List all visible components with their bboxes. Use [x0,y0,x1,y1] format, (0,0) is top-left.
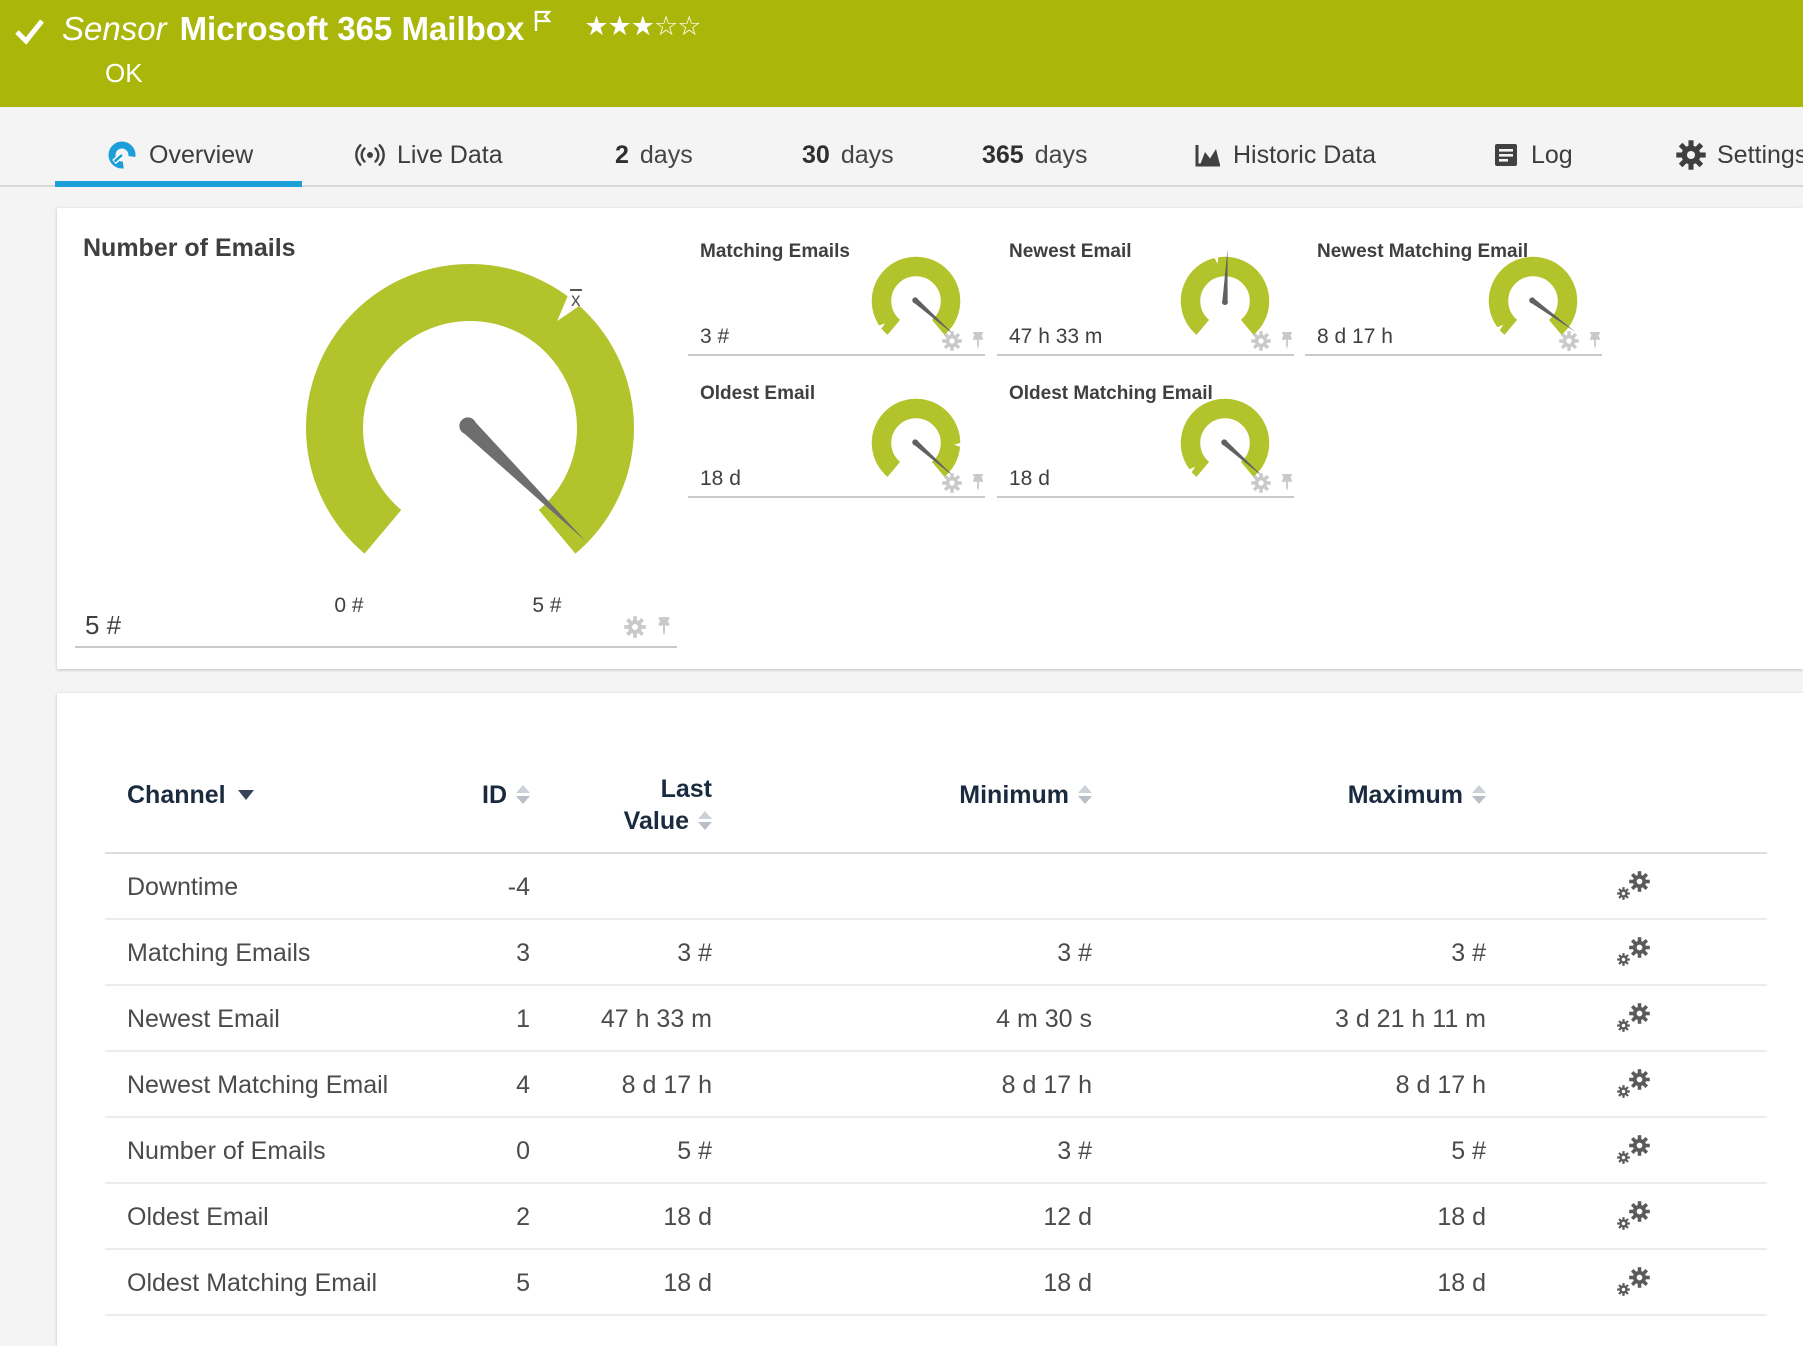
gauge-card-newest-email: Newest Email 47 h 33 m [997,241,1294,356]
status-badge: OK [105,58,143,88]
gauge-pin-icon[interactable] [655,616,673,638]
gauge-pin-icon[interactable] [970,473,986,493]
channel-settings-gears-icon[interactable] [1617,1267,1651,1299]
gauge-title: Newest Email [1009,241,1132,262]
sort-arrows-icon [516,784,530,804]
priority-flag-icon[interactable] [532,9,554,35]
gauge-pin-icon[interactable] [1587,331,1603,351]
column-header-id[interactable]: ID [482,781,530,810]
gauge-pin-icon[interactable] [970,331,986,351]
gauge-value: 3 # [700,325,730,348]
table-row: Matching Emails 3 3 # 3 # 3 # [105,920,1767,986]
status-check-icon [15,19,44,45]
priority-stars[interactable]: ★★★☆☆ [584,9,701,43]
channel-settings-gears-icon[interactable] [1617,1069,1651,1101]
gauges-panel: Number of Emails x 5 # 0 # 5 # Matching … [57,208,1803,669]
column-header-channel[interactable]: Channel [127,781,254,810]
gauge-title: Matching Emails [700,241,850,262]
settings-gear-icon [1676,140,1706,170]
gauge-card-oldest-email: Oldest Email 18 d [688,383,985,498]
sort-arrows-icon [1472,784,1486,804]
channel-settings-gears-icon[interactable] [1617,1135,1651,1167]
gauge-settings-gear-icon[interactable] [942,473,962,493]
gauge-pin-icon[interactable] [1279,473,1295,493]
gauge-card-matching-emails: Matching Emails 3 # [688,241,985,356]
table-row: Oldest Matching Email 5 18 d 18 d 18 d [105,1250,1767,1316]
live-data-icon [355,144,385,166]
primary-gauge: x [306,264,634,554]
column-header-last-value[interactable]: Last Value [624,773,712,837]
gauge-value: 8 d 17 h [1317,325,1393,348]
table-row: Oldest Email 2 18 d 12 d 18 d [105,1184,1767,1250]
log-icon [1495,144,1517,166]
tab-365-days[interactable]: 365 days [982,135,1088,175]
tab-live-data[interactable]: Live Data [354,135,503,175]
tab-bar: Overview Live Data 2 days 30 days 365 da… [0,107,1803,188]
gauge-pin-icon[interactable] [1279,331,1295,351]
gauge-value: 18 d [700,467,741,490]
stars-filled[interactable]: ★★★ [584,11,655,41]
sort-arrows-icon [1078,784,1092,804]
average-marker-label: x [570,289,582,311]
stars-empty[interactable]: ☆☆ [654,11,701,41]
channel-sort-caret-icon [237,790,254,801]
gauge-settings-gear-icon[interactable] [1559,331,1579,351]
historic-data-icon [1195,145,1220,167]
gauge-title: Oldest Email [700,383,816,404]
primary-gauge-value: 5 # [85,610,122,640]
table-row: Downtime -4 [105,854,1767,920]
object-kind-label: Sensor [62,10,167,47]
channels-table-panel: Channel ID Last Value Minimum Maximum Do… [57,693,1803,1346]
column-header-maximum[interactable]: Maximum [1348,781,1486,810]
active-tab-underline [55,181,302,187]
gauge-value: 18 d [1009,467,1050,490]
page-title: Microsoft 365 Mailbox [179,10,525,47]
tab-historic-data[interactable]: Historic Data [1192,135,1376,175]
channel-rows: Downtime -4 Matching Emails 3 3 # 3 # 3 … [105,854,1767,1316]
sort-arrows-icon [698,810,712,830]
channel-settings-gears-icon[interactable] [1617,871,1651,903]
svg-text:x: x [571,290,581,311]
overview-gauge-icon [108,141,136,169]
tab-2-days[interactable]: 2 days [615,135,693,175]
column-header-minimum[interactable]: Minimum [959,781,1092,810]
table-row: Number of Emails 0 5 # 3 # 5 # [105,1118,1767,1184]
primary-gauge-title: Number of Emails [83,234,296,262]
gauge-settings-gear-icon[interactable] [1251,473,1271,493]
tab-settings[interactable]: Settings [1676,135,1803,175]
channel-settings-gears-icon[interactable] [1617,937,1651,969]
tab-overview[interactable]: Overview [106,135,253,175]
table-row: Newest Matching Email 4 8 d 17 h 8 d 17 … [105,1052,1767,1118]
gauge-settings-gear-icon[interactable] [942,331,962,351]
primary-gauge-min-label: 0 # [334,594,364,617]
sensor-header: Sensor Microsoft 365 Mailbox ★★★☆☆ OK [0,0,1803,107]
gauge-settings-gear-icon[interactable] [1251,331,1271,351]
tab-log[interactable]: Log [1492,135,1573,175]
channel-settings-gears-icon[interactable] [1617,1003,1651,1035]
table-row: Newest Email 1 47 h 33 m 4 m 30 s 3 d 21… [105,986,1767,1052]
gauge-card-oldest-matching-email: Oldest Matching Email 18 d [997,383,1294,498]
gauge-value: 47 h 33 m [1009,325,1103,348]
gauge-card-newest-matching-email: Newest Matching Email 8 d 17 h [1305,241,1602,356]
gauge-settings-gear-icon[interactable] [624,616,646,638]
primary-gauge-max-label: 5 # [532,594,562,617]
channel-settings-gears-icon[interactable] [1617,1201,1651,1233]
gauge-separator [75,646,677,648]
tab-30-days[interactable]: 30 days [802,135,894,175]
